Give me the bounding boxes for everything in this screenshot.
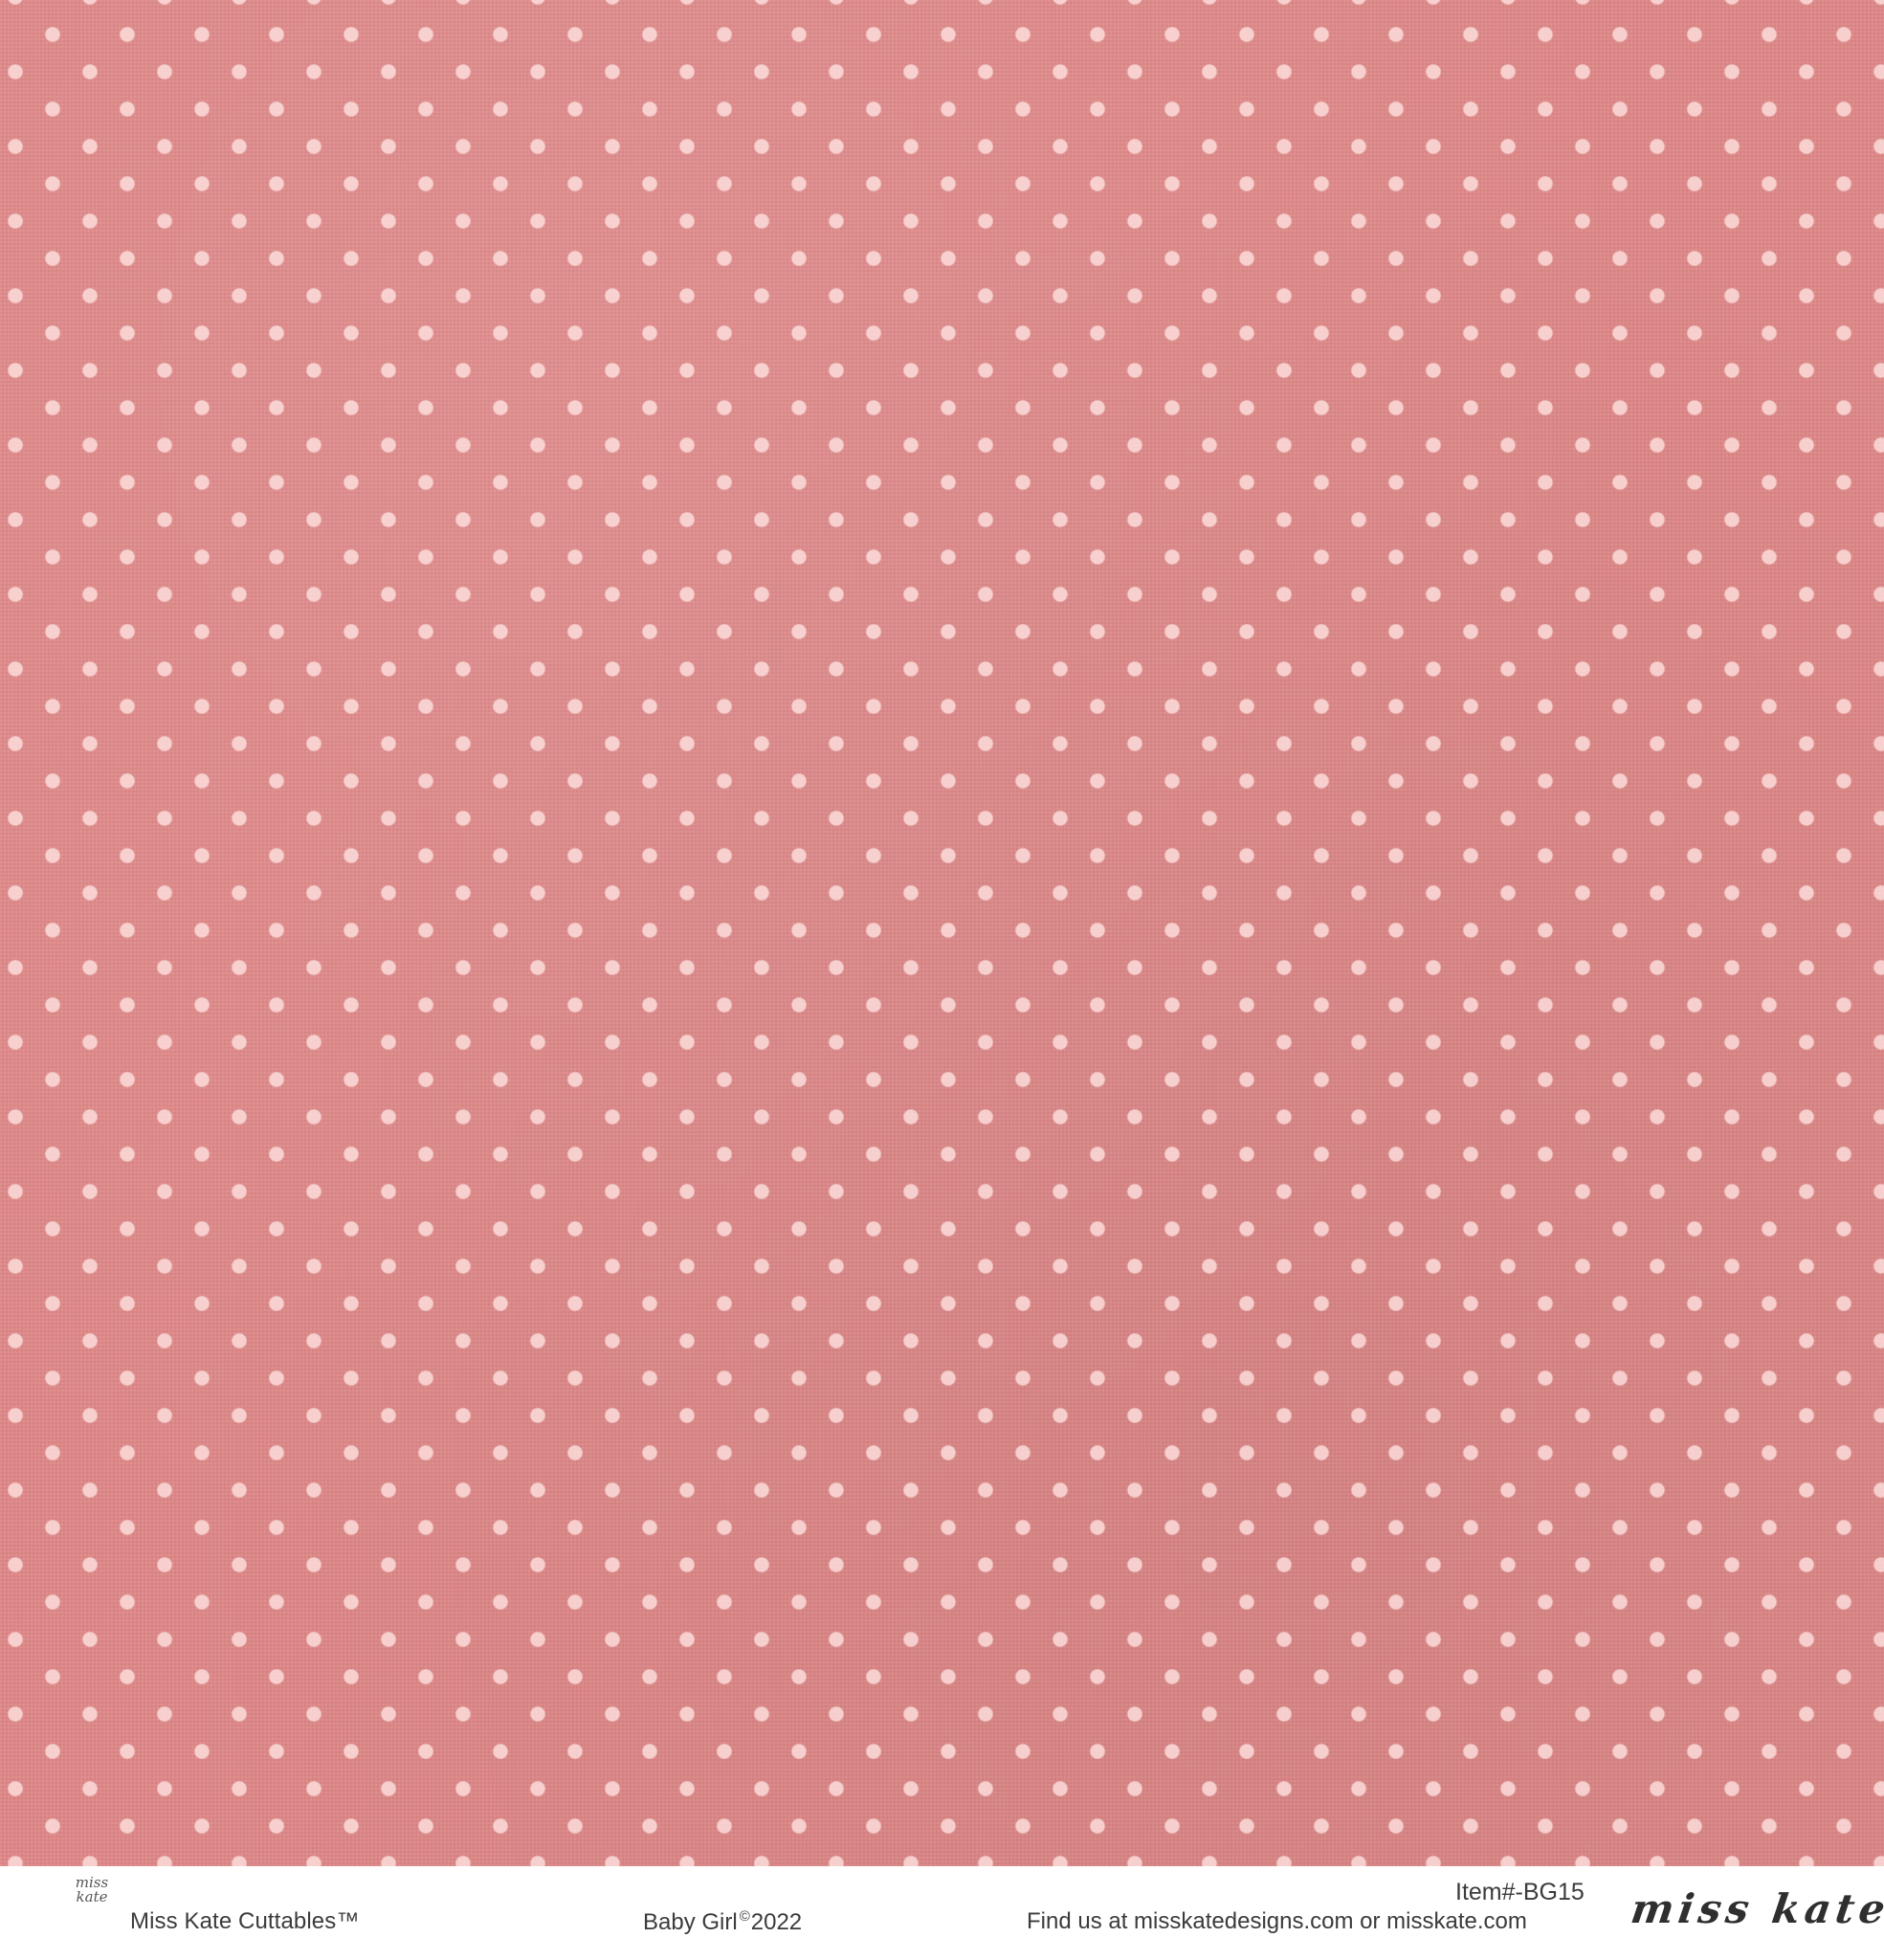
brand-name: Miss Kate Cuttables™: [130, 1908, 360, 1934]
logo-mark-line-2: kate: [76, 1888, 108, 1905]
polka-dot-paper: [0, 0, 1884, 1866]
copyright-symbol: ©: [739, 1908, 750, 1925]
item-number: Item#-BG15: [1455, 1879, 1585, 1905]
collection-title: Baby Girl ©2022: [643, 1908, 802, 1936]
collection-year: 2022: [750, 1909, 803, 1935]
miss-kate-signature: miss kate: [1628, 1885, 1884, 1932]
scrapbook-paper-sheet: miss kate Miss Kate Cuttables™ Baby Girl…: [0, 0, 1884, 1960]
miss-kate-logo-mark: miss kate: [71, 1876, 113, 1929]
collection-name: Baby Girl: [643, 1909, 738, 1935]
website-text: Find us at misskatedesigns.com or misska…: [1027, 1908, 1527, 1934]
footer-bar: miss kate Miss Kate Cuttables™ Baby Girl…: [0, 1866, 1884, 1960]
